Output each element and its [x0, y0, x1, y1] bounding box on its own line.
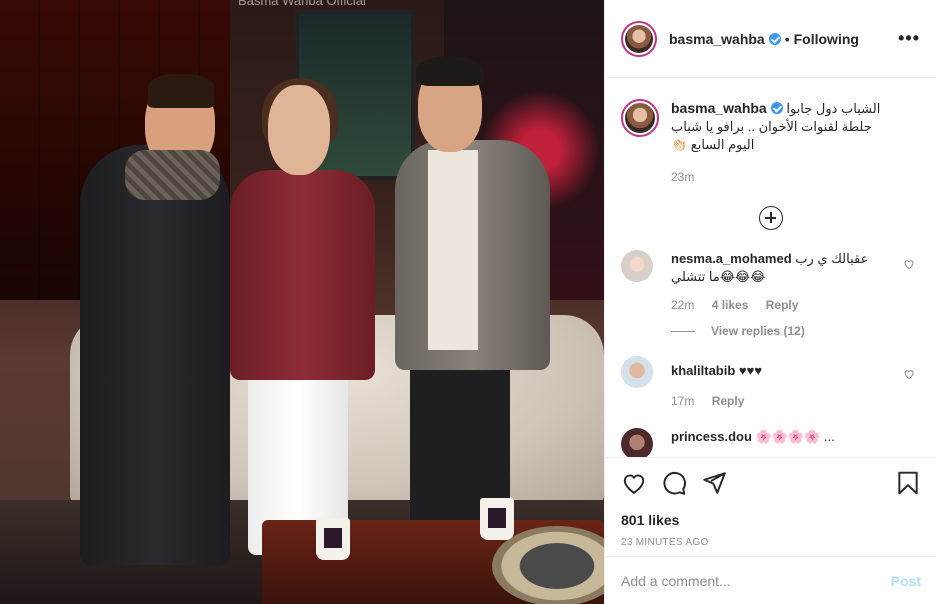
more-options-icon[interactable]: ••• [898, 28, 920, 49]
likes-count[interactable]: 801 likes [621, 512, 921, 528]
comment-line-2: ما تتشلي😂😂😂 [671, 269, 766, 284]
comment-avatar[interactable] [621, 428, 653, 457]
caption-text-block: basma_wahba الشباب دول جابوا جلطة لقنوات… [671, 99, 921, 184]
caption-verified-icon [770, 102, 783, 114]
comment-time[interactable]: 22m [671, 298, 694, 312]
comment-item: nesma.a_mohamed عقبالك ي رب ما تتشلي😂😂😂 … [605, 250, 936, 312]
woman-center-head [268, 85, 330, 175]
man-left-body [80, 145, 230, 565]
comment-time[interactable]: 17m [671, 394, 694, 408]
reply-button[interactable]: Reply [766, 298, 799, 312]
comment-line-1: nesma.a_mohamed عقبالك ي رب [671, 250, 881, 268]
comment-like-heart-icon[interactable] [903, 368, 915, 380]
caption-text-1: الشباب دول جابوا [786, 101, 881, 116]
caption: basma_wahba الشباب دول جابوا جلطة لقنوات… [605, 79, 936, 184]
photo-overlay-title: Basma Wahba Official [238, 0, 366, 8]
comment-body: nesma.a_mohamed عقبالك ي رب ما تتشلي😂😂😂 … [671, 250, 881, 312]
caption-time[interactable]: 23m [671, 170, 921, 184]
load-more-comments-icon[interactable] [759, 206, 783, 230]
comment-text: ♥♥♥ [738, 363, 763, 378]
comment-likes[interactable]: 4 likes [712, 298, 749, 312]
following-button[interactable]: Following [794, 31, 859, 47]
comment-body: khaliltabib ♥♥♥ 17m Reply [671, 356, 881, 408]
comments-section[interactable]: basma_wahba الشباب دول جابوا جلطة لقنوات… [605, 79, 936, 457]
man-left-scarf [125, 150, 220, 200]
header-dot: • [784, 30, 790, 47]
add-comment-input[interactable] [621, 572, 891, 589]
comment-item: khaliltabib ♥♥♥ 17m Reply [605, 356, 936, 408]
save-bookmark-icon[interactable] [895, 470, 921, 496]
comment-username[interactable]: princess.dou [671, 429, 752, 444]
mug-right [480, 498, 514, 540]
post-timestamp[interactable]: 23 MINUTES AGO [621, 537, 921, 548]
comment-icon[interactable] [661, 470, 687, 496]
header-username[interactable]: basma_wahba [669, 31, 765, 47]
view-replies-label: View replies (12) [711, 324, 805, 338]
avatar-image [625, 24, 653, 53]
post-comment-button[interactable]: Post [891, 573, 921, 589]
add-comment-bar: Post [605, 556, 936, 604]
action-icons [621, 470, 921, 496]
view-replies-button[interactable]: View replies (12) [671, 324, 936, 338]
comment-item: princess.dou 🌸🌸🌸🌸 ... [605, 428, 936, 457]
man-right-shirt [428, 150, 478, 350]
comment-avatar[interactable] [621, 250, 653, 282]
mug-left [316, 518, 350, 560]
caption-username[interactable]: basma_wahba [671, 100, 767, 116]
comment-line-1: princess.dou 🌸🌸🌸🌸 ... [671, 428, 881, 446]
post-photo[interactable]: Basma Wahba Official [0, 0, 604, 604]
comment-text: عقبالك ي رب [795, 251, 869, 266]
comment-meta: 17m Reply [671, 394, 881, 408]
man-right-hair [416, 56, 484, 86]
post-header: basma_wahba • Following ••• [605, 0, 936, 78]
woman-center-jacket [230, 170, 375, 380]
comment-username[interactable]: khaliltabib [671, 363, 735, 378]
comment-line-1: khaliltabib ♥♥♥ [671, 356, 881, 380]
comment-meta: 22m 4 likes Reply [671, 298, 881, 312]
comment-body: princess.dou 🌸🌸🌸🌸 ... [671, 428, 881, 457]
man-left-hair [148, 74, 214, 108]
caption-avatar-image [625, 103, 655, 133]
verified-badge-icon [768, 32, 781, 45]
comment-text: 🌸🌸🌸🌸 ... [755, 429, 835, 444]
comment-like-heart-icon[interactable] [903, 258, 915, 270]
caption-line-2: جلطة لقنوات الأخوان .. برافو يا شباب [671, 119, 872, 134]
avatar[interactable] [621, 20, 657, 57]
post-panel: basma_wahba • Following ••• basma_wahba … [604, 0, 936, 604]
reply-button[interactable]: Reply [712, 394, 745, 408]
heart-icon[interactable] [621, 470, 647, 496]
view-replies-line [671, 331, 695, 333]
caption-line-1: basma_wahba الشباب دول جابوا [671, 99, 921, 118]
caption-avatar[interactable] [621, 99, 659, 137]
share-icon[interactable] [701, 470, 727, 496]
comment-avatar[interactable] [621, 356, 653, 388]
comment-username[interactable]: nesma.a_mohamed [671, 251, 792, 266]
post-actions: 801 likes 23 MINUTES AGO [605, 457, 936, 548]
caption-line-3: اليوم السابع 👏🏻 [671, 137, 755, 152]
